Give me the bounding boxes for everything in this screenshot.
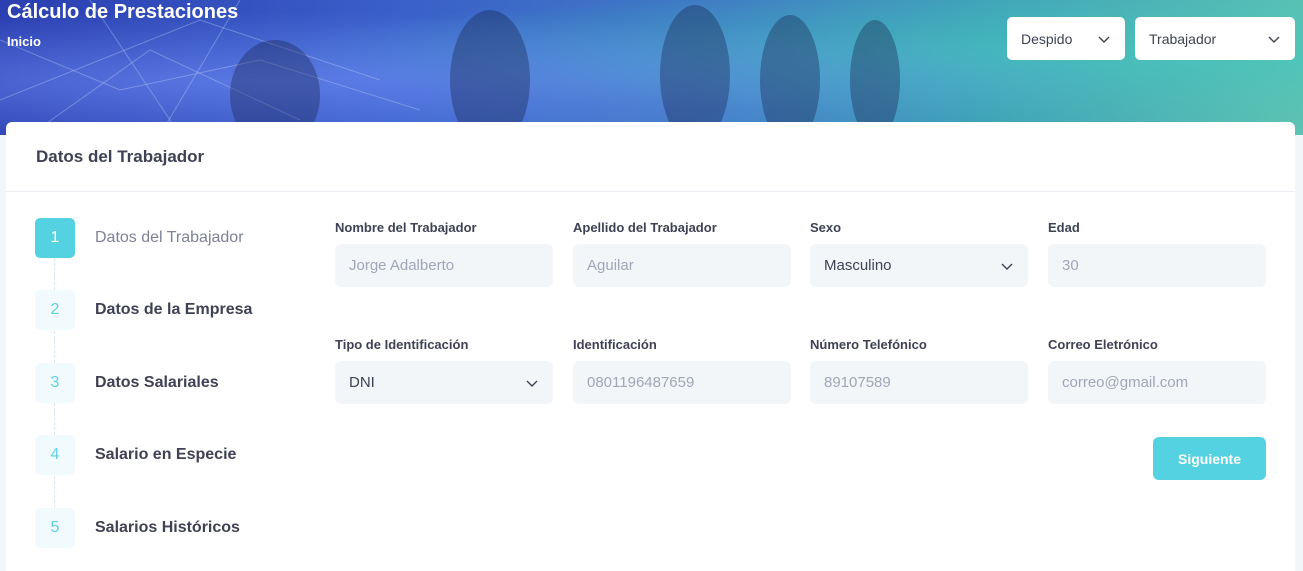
role-select[interactable]: Trabajador xyxy=(1135,17,1295,60)
phone-label: Número Telefónico xyxy=(810,337,927,352)
sex-select[interactable]: Masculino xyxy=(810,244,1028,287)
card-header: Datos del Trabajador xyxy=(6,122,1295,192)
case-type-value: Despido xyxy=(1021,30,1073,47)
age-input[interactable]: 30 xyxy=(1048,244,1266,287)
id-type-label: Tipo de Identificación xyxy=(335,337,469,352)
chevron-down-icon xyxy=(1268,36,1280,43)
age-placeholder: 30 xyxy=(1062,257,1079,274)
sex-label: Sexo xyxy=(810,220,842,235)
card-title: Datos del Trabajador xyxy=(36,146,205,166)
step-number: 1 xyxy=(35,218,75,258)
chevron-down-icon xyxy=(1098,36,1110,43)
step-connector xyxy=(54,331,55,363)
role-value: Trabajador xyxy=(1149,30,1217,47)
first-name-input[interactable]: Jorge Adalberto xyxy=(335,244,553,287)
step-worker-data[interactable]: 1 Datos del Trabajador xyxy=(35,218,244,258)
id-type-value: DNI xyxy=(349,374,375,391)
step-number: 5 xyxy=(35,508,75,548)
id-number-placeholder: 0801196487659 xyxy=(587,374,695,391)
page-title: Cálculo de Prestaciones xyxy=(7,1,239,23)
step-label: Salario en Especie xyxy=(95,446,237,463)
email-placeholder: correo@gmail.com xyxy=(1062,374,1189,391)
sex-value: Masculino xyxy=(824,257,892,274)
photo-figure xyxy=(450,10,530,135)
step-salary-data[interactable]: 3 Datos Salariales xyxy=(35,363,219,403)
photo-figure xyxy=(760,15,820,135)
case-type-select[interactable]: Despido xyxy=(1007,17,1125,60)
step-company-data[interactable]: 2 Datos de la Empresa xyxy=(35,290,252,330)
id-number-label: Identificación xyxy=(573,337,657,352)
id-type-select[interactable]: DNI xyxy=(335,361,553,404)
chevron-down-icon xyxy=(526,380,538,387)
age-label: Edad xyxy=(1048,220,1080,235)
step-connector xyxy=(54,403,55,435)
step-connector xyxy=(54,476,55,508)
step-connector xyxy=(54,258,55,290)
last-name-input[interactable]: Aguilar xyxy=(573,244,791,287)
next-button[interactable]: Siguiente xyxy=(1153,437,1266,480)
step-label: Datos de la Empresa xyxy=(95,301,253,318)
step-number: 4 xyxy=(35,435,75,475)
phone-input[interactable]: 89107589 xyxy=(810,361,1028,404)
step-in-kind-salary[interactable]: 4 Salario en Especie xyxy=(35,435,236,475)
photo-figure xyxy=(660,5,730,135)
email-input[interactable]: correo@gmail.com xyxy=(1048,361,1266,404)
first-name-label: Nombre del Trabajador xyxy=(335,220,477,235)
step-number: 2 xyxy=(35,290,75,330)
email-label: Correo Eletrónico xyxy=(1048,337,1158,352)
step-label: Datos del Trabajador xyxy=(95,229,244,246)
last-name-placeholder: Aguilar xyxy=(587,257,634,274)
phone-placeholder: 89107589 xyxy=(824,374,891,391)
chevron-down-icon xyxy=(1001,263,1013,270)
last-name-label: Apellido del Trabajador xyxy=(573,220,717,235)
id-number-input[interactable]: 0801196487659 xyxy=(573,361,791,404)
worker-data-card: Datos del Trabajador 1 Datos del Trabaja… xyxy=(6,122,1295,571)
breadcrumb[interactable]: Inicio xyxy=(7,34,41,49)
photo-figure xyxy=(850,20,900,135)
step-label: Datos Salariales xyxy=(95,374,219,391)
step-label: Salarios Históricos xyxy=(95,519,240,536)
step-number: 3 xyxy=(35,363,75,403)
step-historical-salaries[interactable]: 5 Salarios Históricos xyxy=(35,508,240,548)
first-name-placeholder: Jorge Adalberto xyxy=(349,257,455,274)
